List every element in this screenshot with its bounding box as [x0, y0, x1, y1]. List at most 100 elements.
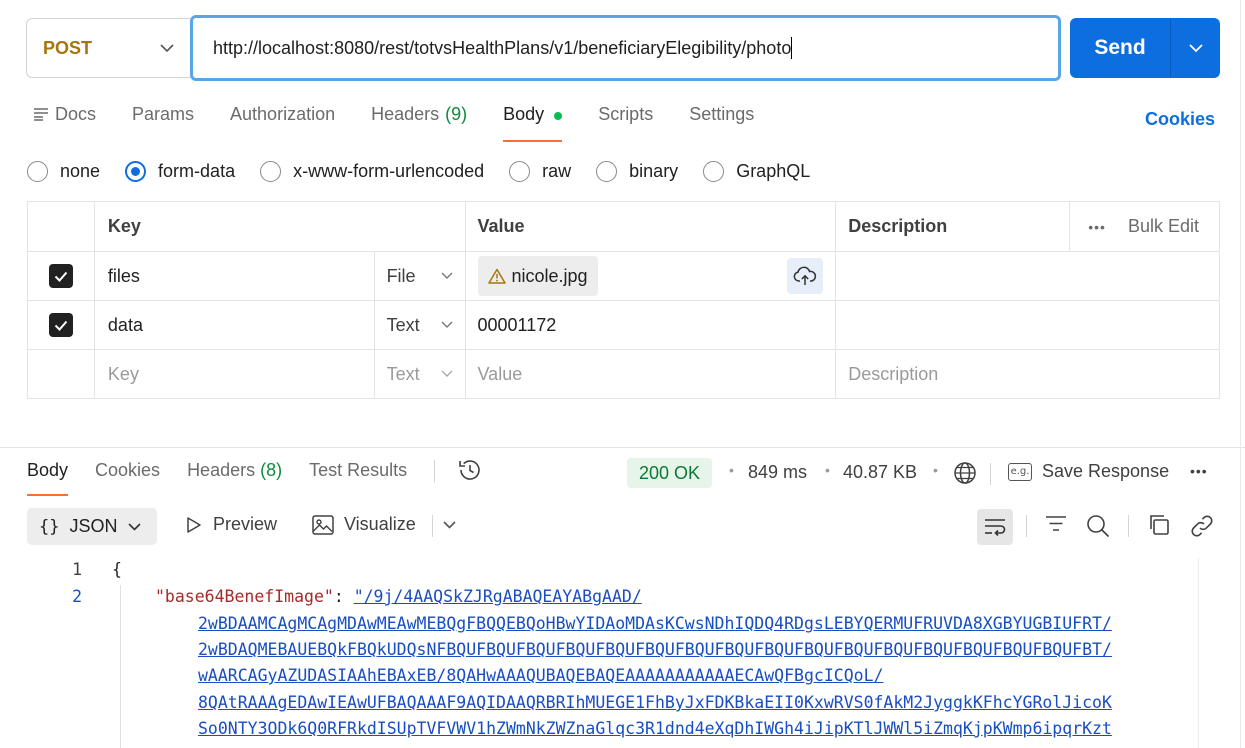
cookies-link[interactable]: Cookies	[1145, 109, 1215, 130]
row-type-select[interactable]: File	[373, 251, 466, 301]
url-input[interactable]: http://localhost:8080/rest/totvsHealthPl…	[190, 15, 1061, 81]
json-value-link[interactable]: "/9j/4AAQSkZJRgABAQEAYABgAAD/	[354, 587, 642, 606]
save-response-button[interactable]: e.g. Save Response	[1008, 461, 1169, 482]
method-select[interactable]: POST	[26, 18, 190, 78]
response-tab-test-results[interactable]: Test Results	[309, 460, 407, 496]
line-number: 2	[72, 587, 82, 606]
send-button[interactable]: Send	[1070, 36, 1170, 60]
row-description[interactable]	[835, 300, 1220, 350]
method-label: POST	[43, 37, 93, 58]
search-button[interactable]	[1086, 514, 1110, 538]
send-options-button[interactable]	[1171, 43, 1220, 53]
radio-circle	[260, 160, 282, 182]
tab-body-label: Body	[503, 104, 545, 124]
body-type-radios: none form-data x-www-form-urlencoded raw…	[27, 158, 835, 184]
code-scrollbar[interactable]	[1198, 558, 1220, 748]
radio-label: none	[60, 160, 101, 181]
tab-params[interactable]: Params	[132, 104, 194, 142]
radio-binary[interactable]: binary	[596, 160, 678, 182]
table-row: data Text 00001172	[27, 300, 1220, 350]
send-button-group: Send	[1070, 18, 1220, 78]
tab-body[interactable]: Body	[503, 104, 563, 142]
chevron-down-icon	[160, 43, 174, 52]
response-time[interactable]: 849 ms	[748, 462, 807, 483]
filter-button[interactable]	[1045, 514, 1067, 534]
json-value-link[interactable]: 8QAtRAAAgEDAwIEAwUFBAQAAAF9AQIDAAQRBRIhM…	[198, 693, 1112, 712]
response-size[interactable]: 40.87 KB	[843, 462, 917, 483]
radio-graphql[interactable]: GraphQL	[703, 160, 810, 182]
tab-scripts-label: Scripts	[598, 104, 654, 124]
copy-icon	[1150, 515, 1169, 535]
key-placeholder[interactable]: Key	[93, 349, 375, 399]
format-select[interactable]: {} JSON	[27, 508, 157, 545]
tab-params-label: Params	[132, 104, 195, 124]
bulk-edit-button[interactable]: Bulk Edit	[1128, 216, 1199, 237]
visualize-button[interactable]: Visualize	[312, 514, 416, 535]
json-value-link[interactable]: wAARCAGyAZUDASIAAhEBAxEB/8QAHwAAAQUBAQEB…	[198, 666, 883, 685]
response-tab-body[interactable]: Body	[27, 460, 69, 496]
upload-file-button[interactable]	[787, 258, 824, 294]
chevron-down-icon	[1188, 43, 1203, 52]
file-chip[interactable]: nicole.jpg	[477, 256, 598, 296]
more-options-icon[interactable]: •••	[1088, 219, 1106, 235]
row-type-select[interactable]: Text	[373, 349, 466, 399]
link-button[interactable]	[1190, 514, 1214, 538]
globe-icon[interactable]	[953, 461, 977, 485]
radio-form-data[interactable]: form-data	[125, 160, 235, 182]
response-tab-headers[interactable]: Headers (8)	[187, 460, 282, 496]
row-checkbox-cell	[27, 251, 95, 301]
table-row: files File nicole.jpg	[27, 251, 1220, 301]
radio-circle-selected	[125, 160, 147, 182]
toolbar-divider	[432, 515, 433, 537]
more-options-icon[interactable]: •••	[1190, 463, 1208, 479]
json-value-link[interactable]: So0NTY3ODk6Q0RFRkdISUpTVFVWV1hZWmNkZWZna…	[198, 719, 1112, 738]
right-edge-divider	[1240, 0, 1241, 748]
preview-button[interactable]: Preview	[185, 514, 277, 535]
panel-divider[interactable]	[0, 447, 1245, 448]
body-indicator-dot	[554, 112, 563, 120]
response-tab-cookies[interactable]: Cookies	[95, 460, 160, 496]
row-value[interactable]: 00001172	[464, 300, 837, 350]
tab-scripts[interactable]: Scripts	[598, 104, 653, 142]
row-type-select[interactable]: Text	[373, 300, 466, 350]
form-data-table: Key Value Description ••• Bulk Edit file…	[27, 201, 1220, 399]
warning-icon	[487, 268, 506, 284]
file-name: nicole.jpg	[511, 265, 588, 286]
value-placeholder[interactable]: Value	[464, 349, 837, 399]
history-icon[interactable]	[457, 458, 483, 482]
wrap-lines-button[interactable]	[977, 509, 1013, 545]
meta-divider	[990, 463, 991, 485]
tab-authorization[interactable]: Authorization	[230, 104, 335, 142]
copy-button[interactable]	[1148, 514, 1170, 536]
tab-separator	[434, 460, 436, 482]
status-badge[interactable]: 200 OK	[627, 458, 713, 488]
json-value-link[interactable]: 2wBDAAMCAgMCAgMDAwMEAwMEBQgFBQQEBQoHBwYI…	[198, 614, 1112, 633]
row-key[interactable]: data	[93, 300, 375, 350]
radio-none[interactable]: none	[27, 160, 101, 182]
tab-docs[interactable]: Docs	[33, 104, 96, 142]
bulk-edit-cell: ••• Bulk Edit	[1069, 201, 1220, 252]
format-label: JSON	[69, 516, 118, 536]
meta-separator: •	[933, 462, 938, 478]
description-placeholder[interactable]: Description	[835, 349, 1220, 399]
radio-raw[interactable]: raw	[509, 160, 571, 182]
row-key[interactable]: files	[93, 251, 375, 301]
table-row-empty: Key Text Value Description	[27, 349, 1220, 399]
json-value-link[interactable]: 2wBDAQMEBAUEBQkFBQkUDQsNFBQUFBQUFBQUFBQU…	[198, 640, 1112, 659]
row-checkbox[interactable]	[48, 313, 73, 337]
visualize-options-button[interactable]	[443, 521, 456, 529]
json-braces-icon: {}	[39, 516, 60, 537]
tab-headers[interactable]: Headers (9)	[371, 104, 467, 142]
url-text: http://localhost:8080/rest/totvsHealthPl…	[213, 37, 792, 58]
chevron-down-icon	[443, 521, 456, 529]
radio-x-www-form-urlencoded[interactable]: x-www-form-urlencoded	[260, 160, 484, 182]
text-cursor	[791, 37, 793, 59]
row-description[interactable]	[835, 251, 1220, 301]
row-checkbox[interactable]	[48, 264, 73, 288]
tab-settings[interactable]: Settings	[689, 104, 754, 142]
row-type-placeholder: Text	[386, 363, 420, 384]
search-icon	[1087, 515, 1110, 538]
header-description: Description	[835, 201, 1070, 252]
cloud-upload-icon	[793, 266, 817, 285]
chevron-down-icon	[441, 370, 453, 377]
